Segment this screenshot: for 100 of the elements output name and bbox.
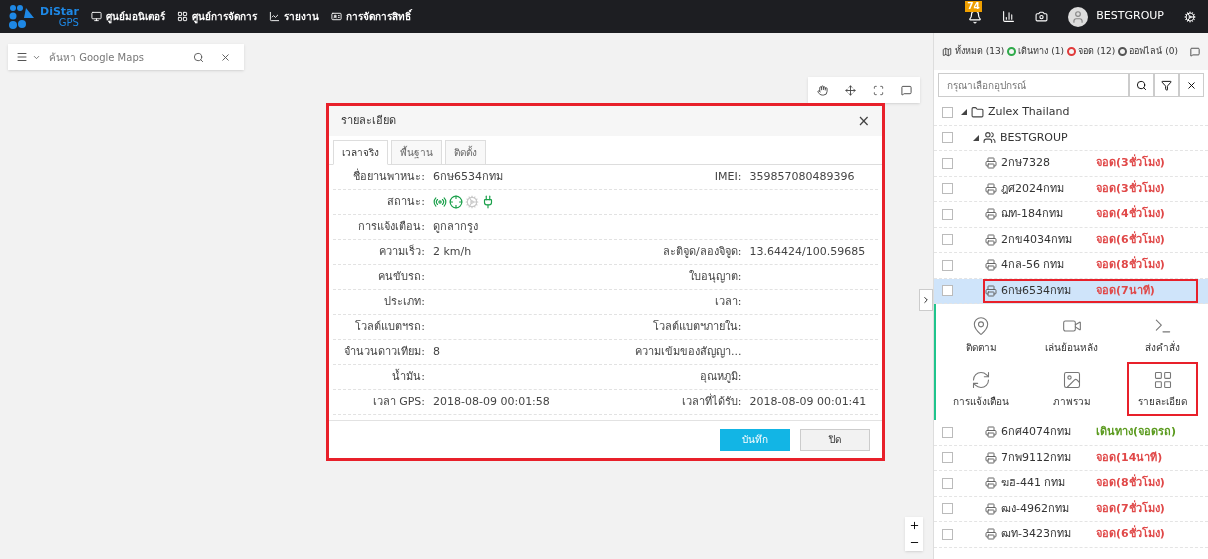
field-value: ดูกลากรูง — [433, 218, 478, 235]
checkbox[interactable] — [942, 285, 953, 297]
tree-row[interactable]: ฆฮ-441 กทม จอด(8ชั่วโมง) — [934, 471, 1208, 497]
nav-menu-item[interactable]: ศูนย์การจัดการ — [176, 9, 257, 24]
checkbox[interactable] — [942, 106, 953, 118]
field-label: โวลต์แบตฯรถ: — [354, 318, 425, 335]
hand-icon[interactable] — [816, 84, 828, 96]
status-text: จอด(7ชั่วโมง) — [1096, 500, 1166, 517]
tree-row[interactable]: ฒท-3423กทม จอด(6ชั่วโมง) — [934, 522, 1208, 548]
settings-icon[interactable] — [1184, 10, 1196, 23]
tree-row[interactable]: Zulex Thailand — [934, 100, 1208, 126]
close-dialog-button[interactable]: ปิด — [800, 428, 870, 451]
tree-label: BESTGROUP — [1000, 129, 1068, 146]
close-icon[interactable] — [220, 51, 231, 63]
search-input[interactable]: ค้นหา Google Maps — [49, 49, 189, 65]
tab[interactable]: ติดตั้ง — [445, 140, 486, 165]
count-filter[interactable]: จอด (12) — [1077, 44, 1116, 59]
chat-icon[interactable] — [900, 84, 912, 96]
map-icon — [942, 46, 952, 57]
status-text: จอด(4ชั่วโมง) — [1096, 206, 1166, 222]
checkbox[interactable] — [942, 157, 953, 169]
action-button[interactable]: เล่นย้อนหลัง — [1038, 310, 1106, 360]
tree-label: ฎศ2024กทม — [1001, 180, 1064, 197]
checkbox[interactable] — [942, 426, 953, 438]
tree-row[interactable]: 2กข4034กทม จอด(6ชั่วโมง) — [934, 227, 1208, 253]
nav-menu-item[interactable]: รายงาน — [268, 9, 319, 24]
device-search-field[interactable]: กรุณาเลือกอุปกรณ์ — [938, 73, 1129, 97]
field-label: ประเภท: — [383, 293, 425, 310]
field-label: การแจ้งเตือน: — [357, 218, 425, 235]
checkbox[interactable] — [942, 528, 953, 540]
field-label: เวลา GPS: — [371, 393, 425, 410]
tab[interactable]: พื้นฐาน — [391, 140, 442, 165]
folder-icon — [971, 105, 984, 119]
filter-button[interactable] — [1154, 73, 1179, 97]
count-filter[interactable]: เดินทาง (1) — [1018, 44, 1064, 59]
notification-icon[interactable] — [968, 9, 983, 24]
expand-caret-icon[interactable] — [973, 134, 979, 141]
nav-menu-item[interactable]: ศูนย์มอนิเตอร์ — [90, 9, 165, 24]
close-button[interactable]: × — [857, 113, 870, 129]
status-text: จอด(8ชั่วโมง) — [1096, 257, 1166, 273]
checkbox[interactable] — [942, 208, 953, 220]
bar-chart-icon[interactable] — [1002, 10, 1016, 23]
expand-caret-icon[interactable] — [961, 109, 967, 116]
checkbox[interactable] — [942, 503, 953, 515]
tree-row[interactable]: 4กล-56 กทม จอด(8ชั่วโมง) — [934, 253, 1208, 279]
count-filter[interactable]: ทั้งหมด (13) — [955, 44, 1005, 59]
checkbox[interactable] — [942, 259, 953, 271]
checkbox[interactable] — [942, 132, 953, 144]
action-button[interactable]: ภาพรวม — [1038, 364, 1106, 414]
tree-label: ฒง-4962กทม — [1001, 500, 1069, 517]
user-name[interactable]: BESTGROUP — [1096, 8, 1164, 25]
tree-label: 6กศ4074กทม — [1001, 424, 1071, 440]
action-button[interactable]: รายละเอียด — [1129, 364, 1196, 414]
checkbox[interactable] — [942, 452, 953, 464]
expand-panel-button[interactable] — [919, 289, 933, 311]
status-text: จอด(6ชั่วโมง) — [1096, 231, 1166, 248]
tree-row[interactable]: ฒง-4962กทม จอด(7ชั่วโมง) — [934, 496, 1208, 522]
chat-icon[interactable] — [1190, 46, 1200, 57]
menu-icon[interactable] — [16, 51, 28, 63]
nav-menu-item[interactable]: การจัดการสิทธิ์ — [330, 9, 411, 24]
action-button[interactable]: การแจ้งเตือน — [948, 364, 1015, 414]
status-text: เดินทาง(จอดรถ) — [1096, 424, 1178, 440]
search-icon — [1136, 79, 1147, 91]
checkbox[interactable] — [942, 477, 953, 489]
search-icon[interactable] — [193, 51, 204, 63]
checkbox[interactable] — [942, 234, 953, 246]
field-label: คนขับรถ: — [377, 268, 425, 285]
field-label: ชื่อยานพาหนะ: — [352, 168, 425, 185]
field-label: ใบอนุญาต: — [687, 268, 742, 285]
move-icon[interactable] — [844, 84, 856, 96]
dialog-title: รายละเอียด — [341, 112, 396, 129]
search-button[interactable] — [1129, 73, 1154, 97]
avatar[interactable] — [1068, 6, 1089, 27]
status-text: จอด(8ชั่วโมง) — [1096, 475, 1166, 491]
tree-label: Zulex Thailand — [988, 104, 1070, 120]
action-button[interactable]: ติดตาม — [948, 310, 1015, 360]
tree-row[interactable]: 6กศ4074กทม เดินทาง(จอดรถ) — [934, 420, 1208, 446]
field-label: จำนวนดาวเทียม: — [343, 343, 425, 360]
tree-row[interactable]: ฎศ2024กทม จอด(3ชั่วโมง) — [934, 176, 1208, 202]
field-value: 6กษ6534กทม — [433, 168, 503, 185]
action-button[interactable]: ส่งคำสั่ง — [1129, 310, 1196, 360]
chart-icon — [268, 11, 280, 22]
map-search-field[interactable]: ค้นหา Google Maps — [8, 44, 244, 70]
field-label: ความเร็ว: — [378, 243, 425, 260]
field-value: 2018-08-09 00:01:58 — [433, 393, 550, 410]
tab[interactable]: เวลาจริง — [333, 140, 388, 165]
field-value: 8 — [433, 343, 440, 360]
tree-row[interactable]: 6กษ6534กทม จอด(7นาที) — [934, 278, 1208, 304]
frame-select-icon[interactable] — [872, 84, 884, 96]
tree-row[interactable]: 7กพ9112กทม จอด(14นาที) — [934, 445, 1208, 471]
field-value: 2 km/h — [433, 243, 472, 260]
zoom-in-icon[interactable] — [908, 520, 920, 531]
checkbox[interactable] — [942, 183, 953, 195]
field-label: อุณหภูมิ: — [698, 368, 742, 385]
count-filter[interactable]: ออฟไลน์ (0) — [1129, 44, 1178, 59]
camera-icon[interactable] — [1035, 10, 1049, 23]
tree-row[interactable]: ฌท-184กทม จอด(4ชั่วโมง) — [934, 202, 1208, 228]
brand-subtitle: GPS — [58, 16, 79, 28]
tree-row[interactable]: 2กษ7328 จอด(3ชั่วโมง) — [934, 151, 1208, 177]
tree-row[interactable]: BESTGROUP — [934, 125, 1208, 151]
